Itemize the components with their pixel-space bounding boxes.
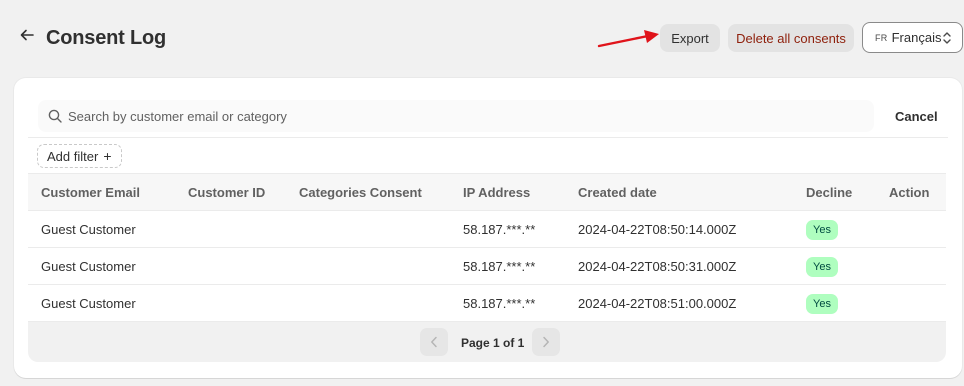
- column-header-action[interactable]: Action: [889, 185, 929, 200]
- arrow-left-icon: [20, 29, 34, 41]
- previous-page-button[interactable]: [420, 328, 448, 356]
- cancel-button[interactable]: Cancel: [895, 109, 938, 124]
- search-icon: [48, 109, 62, 123]
- cell-created-date: 2024-04-22T08:50:14.000Z: [578, 222, 737, 237]
- language-label: Français: [891, 30, 942, 45]
- chevron-right-icon: [543, 336, 549, 348]
- column-header-categories-consent[interactable]: Categories Consent: [299, 185, 422, 200]
- table-row[interactable]: Guest Customer 58.187.***.** 2024-04-22T…: [28, 285, 946, 322]
- table-header: Customer Email Customer ID Categories Co…: [28, 173, 946, 211]
- red-arrow-icon: [597, 30, 659, 48]
- language-select[interactable]: FR Français: [862, 22, 963, 53]
- search-input[interactable]: [68, 100, 868, 132]
- page-title: Consent Log: [46, 27, 167, 49]
- decline-badge: Yes: [806, 257, 838, 277]
- divider: [28, 137, 948, 138]
- chevron-left-icon: [431, 336, 437, 348]
- delete-all-consents-button[interactable]: Delete all consents: [728, 24, 854, 52]
- chevron-up-down-icon: [943, 32, 951, 44]
- language-code: FR: [875, 32, 888, 43]
- add-filter-button[interactable]: Add filter +: [37, 144, 122, 168]
- pagination-bar: Page 1 of 1: [28, 322, 946, 362]
- page-header: Consent Log Export Delete all consents F…: [0, 0, 964, 78]
- column-header-created-date[interactable]: Created date: [578, 185, 657, 200]
- cell-customer-email: Guest Customer: [41, 222, 136, 237]
- column-header-decline[interactable]: Decline: [806, 185, 852, 200]
- next-page-button[interactable]: [532, 328, 560, 356]
- column-header-customer-email[interactable]: Customer Email: [41, 185, 140, 200]
- back-button[interactable]: [18, 26, 36, 44]
- plus-icon: +: [103, 148, 112, 164]
- decline-badge: Yes: [806, 294, 838, 314]
- cell-created-date: 2024-04-22T08:50:31.000Z: [578, 259, 737, 274]
- cell-ip-address: 58.187.***.**: [463, 222, 536, 237]
- decline-badge: Yes: [806, 220, 838, 240]
- table-row[interactable]: Guest Customer 58.187.***.** 2024-04-22T…: [28, 211, 946, 248]
- cell-customer-email: Guest Customer: [41, 259, 136, 274]
- cell-ip-address: 58.187.***.**: [463, 259, 536, 274]
- export-button[interactable]: Export: [660, 24, 720, 52]
- cell-ip-address: 58.187.***.**: [463, 296, 536, 311]
- page-indicator: Page 1 of 1: [461, 336, 525, 350]
- cell-created-date: 2024-04-22T08:51:00.000Z: [578, 296, 737, 311]
- add-filter-label: Add filter: [47, 148, 99, 164]
- table-row[interactable]: Guest Customer 58.187.***.** 2024-04-22T…: [28, 248, 946, 285]
- search-bar: [38, 100, 874, 132]
- column-header-customer-id[interactable]: Customer ID: [188, 185, 265, 200]
- cell-customer-email: Guest Customer: [41, 296, 136, 311]
- consent-log-card: Cancel Add filter + Customer Email Custo…: [14, 78, 962, 378]
- column-header-ip-address[interactable]: IP Address: [463, 185, 530, 200]
